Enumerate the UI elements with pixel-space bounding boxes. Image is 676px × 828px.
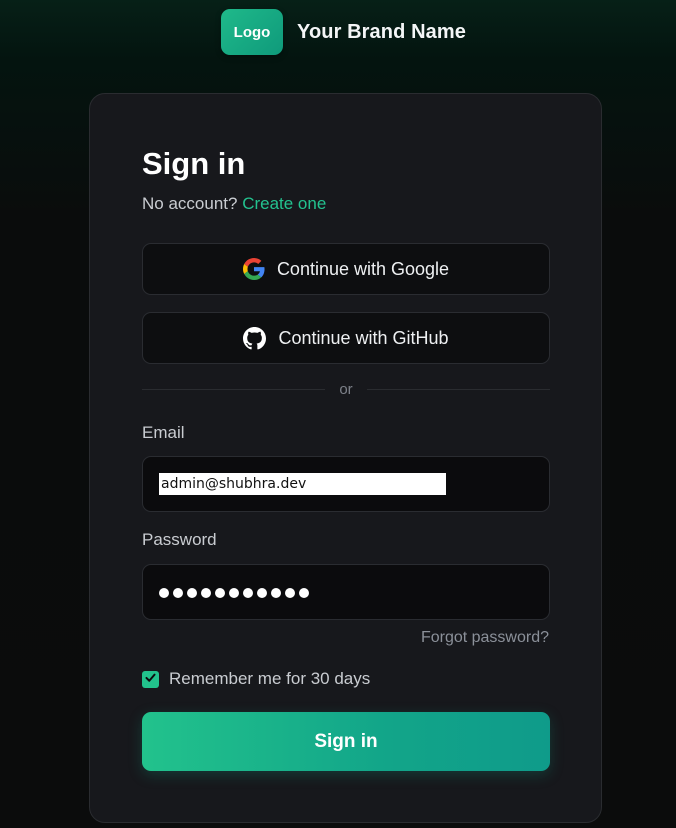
github-signin-button[interactable]: Continue with GitHub bbox=[142, 312, 550, 364]
brand-name: Your Brand Name bbox=[297, 20, 466, 43]
password-mask bbox=[159, 579, 535, 607]
email-field-container bbox=[142, 456, 550, 512]
remember-me-label: Remember me for 30 days bbox=[169, 669, 371, 688]
remember-me-row: Remember me for 30 days bbox=[142, 669, 370, 689]
password-label: Password bbox=[142, 530, 217, 549]
password-field[interactable] bbox=[159, 579, 535, 607]
or-divider: or bbox=[142, 380, 550, 398]
github-icon bbox=[243, 326, 267, 350]
check-icon bbox=[144, 669, 157, 689]
logo-text: Logo bbox=[233, 23, 271, 41]
google-signin-button[interactable]: Continue with Google bbox=[142, 243, 550, 295]
github-button-label: Continue with GitHub bbox=[278, 327, 449, 348]
divider-text: or bbox=[339, 380, 353, 398]
forgot-password-link[interactable]: Forgot password? bbox=[421, 629, 549, 647]
signin-submit-button[interactable]: Sign in bbox=[142, 712, 550, 771]
google-button-label: Continue with Google bbox=[276, 258, 450, 279]
page-title: Sign in bbox=[142, 146, 246, 181]
google-icon bbox=[242, 258, 265, 280]
signin-card: Sign in No account? Create one Continue … bbox=[89, 93, 602, 823]
no-account-text: No account? bbox=[142, 194, 238, 213]
remember-me-checkbox[interactable] bbox=[142, 669, 159, 689]
password-field-container bbox=[142, 564, 550, 620]
signup-prompt: No account? Create one bbox=[142, 194, 326, 214]
brand-header: Logo Your Brand Name bbox=[221, 9, 466, 55]
email-label: Email bbox=[142, 423, 185, 442]
brand-logo[interactable]: Logo bbox=[221, 9, 283, 55]
divider-line-right bbox=[366, 388, 550, 390]
divider-line-left bbox=[142, 388, 326, 390]
email-field[interactable] bbox=[159, 473, 446, 495]
create-account-link[interactable]: Create one bbox=[242, 194, 326, 213]
